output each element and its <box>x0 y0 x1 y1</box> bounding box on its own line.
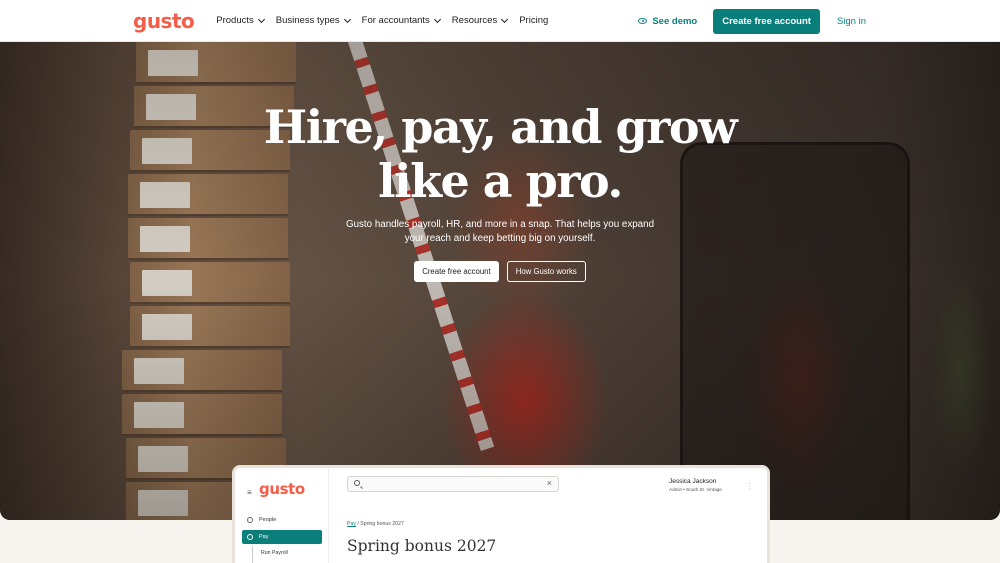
sidebar-subitem-run-payroll[interactable]: Run Payroll <box>252 546 288 563</box>
hero-section: Hire, pay, and grow like a pro. Gusto ha… <box>0 42 1000 520</box>
nav-for-accountants[interactable]: For accountants <box>361 15 441 26</box>
nav-pricing[interactable]: Pricing <box>519 15 548 26</box>
menu-icon: ≡ <box>247 488 252 497</box>
app-logo: gusto <box>259 480 305 498</box>
chevron-down-icon <box>343 15 351 23</box>
nav-pricing-label: Pricing <box>519 15 549 26</box>
user-name: Jessica Jackson <box>669 478 717 485</box>
nav-resources-label: Resources <box>451 15 498 26</box>
user-meta: Admin • South St. Vintage <box>669 487 722 492</box>
nav-resources[interactable]: Resources <box>451 15 509 26</box>
create-account-button[interactable]: Create free account <box>713 8 820 34</box>
hero-title-line-2: like a pro. <box>378 154 623 208</box>
nav-business-types-label: Business types <box>275 15 340 26</box>
more-options-icon[interactable]: · · · <box>749 480 751 493</box>
top-navigation: gusto Products Business types For accoun… <box>0 0 1000 42</box>
sidebar-item-people[interactable]: People <box>242 513 322 527</box>
breadcrumb-pay-link[interactable]: Pay <box>347 521 356 527</box>
see-demo-label: See demo <box>652 15 698 27</box>
app-preview-card: ≡ gusto People Pay Run Payroll × Jessica… <box>232 465 770 563</box>
hero-subtitle: Gusto handles payroll, HR, and more in a… <box>345 219 655 244</box>
user-account[interactable]: Jessica Jackson Admin • South St. Vintag… <box>669 478 722 492</box>
gusto-logo[interactable]: gusto <box>133 11 195 31</box>
chevron-down-icon <box>433 15 441 23</box>
pay-icon <box>247 534 253 540</box>
hero-title: Hire, pay, and grow like a pro. <box>0 100 1000 208</box>
chevron-down-icon <box>257 15 265 23</box>
hero-create-account-button[interactable]: Create free account <box>414 261 499 282</box>
people-icon <box>247 517 253 523</box>
see-demo-link[interactable]: See demo <box>638 16 697 27</box>
page-title: Spring bonus 2027 <box>347 537 497 555</box>
breadcrumb: Pay / Spring bonus 2027 <box>347 521 404 527</box>
close-icon[interactable]: × <box>547 478 552 488</box>
nav-actions: See demo Create free account Sign in <box>638 0 866 42</box>
nav-products[interactable]: Products <box>216 15 265 26</box>
nav-links: Products Business types For accountants … <box>216 15 560 26</box>
search-input[interactable]: × <box>347 476 559 492</box>
nav-products-label: Products <box>216 15 254 26</box>
hero-buttons: Create free account How Gusto works <box>0 261 1000 282</box>
sidebar-item-pay[interactable]: Pay <box>242 530 322 544</box>
chevron-down-icon <box>501 15 509 23</box>
nav-business-types[interactable]: Business types <box>275 15 351 26</box>
breadcrumb-current: / Spring bonus 2027 <box>357 521 404 527</box>
how-gusto-works-button[interactable]: How Gusto works <box>506 261 586 282</box>
app-sidebar: ≡ gusto People Pay Run Payroll <box>235 468 329 563</box>
sidebar-item-label: People <box>259 517 277 523</box>
sidebar-item-label: Pay <box>259 534 269 540</box>
hero-title-line-1: Hire, pay, and grow <box>263 100 738 154</box>
search-icon <box>354 480 360 486</box>
nav-for-accountants-label: For accountants <box>361 15 430 26</box>
eye-icon <box>638 18 648 24</box>
sign-in-link[interactable]: Sign in <box>837 16 866 27</box>
